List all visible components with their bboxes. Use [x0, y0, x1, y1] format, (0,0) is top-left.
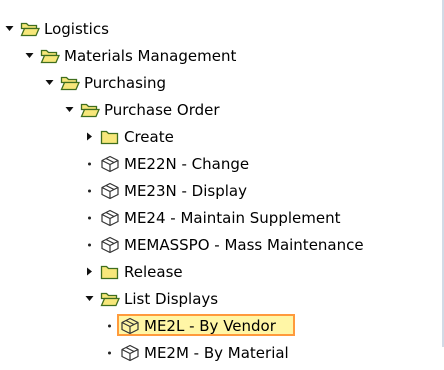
tree-node-label[interactable]: Logistics [44, 20, 109, 38]
folder-open-icon [80, 103, 100, 118]
tree-node[interactable]: Materials Management [0, 43, 444, 69]
tree-node-expander [84, 178, 96, 204]
folder-closed-icon [100, 265, 119, 280]
tree-node-label[interactable]: ME24 - Maintain Supplement [124, 209, 340, 227]
transaction-cube-icon [120, 317, 140, 335]
tree-node-label[interactable]: Materials Management [64, 47, 236, 65]
tree-node-expander [84, 232, 96, 258]
folder-open-icon [20, 22, 40, 37]
leaf-bullet-icon [108, 351, 111, 355]
leaf-bullet-icon [88, 243, 91, 247]
folder-open-icon [20, 20, 40, 38]
folder-open-icon [60, 74, 80, 92]
folder-open-icon [40, 49, 60, 64]
folder-open-icon [60, 76, 80, 91]
tree-node[interactable]: ME24 - Maintain Supplement [0, 205, 444, 231]
tree-node-expander [104, 313, 116, 339]
expanded-arrow-icon[interactable] [44, 70, 56, 96]
tree-node[interactable]: ME22N - Change [0, 151, 444, 177]
tree-node-label[interactable]: MEMASSPO - Mass Maintenance [124, 236, 364, 254]
expanded-arrow-icon[interactable] [24, 43, 36, 69]
tree-node[interactable]: MEMASSPO - Mass Maintenance [0, 232, 444, 258]
expanded-arrow-icon[interactable] [64, 97, 76, 123]
folder-open-icon [80, 101, 100, 119]
tree-node-expander [104, 340, 116, 366]
tree-node-label[interactable]: Create [124, 128, 174, 146]
leaf-bullet-icon [88, 216, 91, 220]
transaction-cube-icon [101, 182, 119, 200]
folder-closed-icon [100, 128, 120, 146]
tree-node-expander[interactable] [84, 124, 96, 150]
tree-node-label[interactable]: ME2L - By Vendor [144, 317, 276, 335]
tree-node-expander[interactable] [4, 16, 16, 42]
expanded-arrow-icon[interactable] [84, 286, 96, 312]
tree-node[interactable]: Create [0, 124, 444, 150]
tree-node-label[interactable]: List Displays [124, 290, 218, 308]
leaf-bullet-icon [88, 162, 91, 166]
transaction-cube-icon [101, 209, 119, 227]
transaction-cube-icon [100, 155, 120, 173]
transaction-cube-icon [100, 182, 120, 200]
tree-node-expander[interactable] [64, 97, 76, 123]
tree-node-label[interactable]: ME22N - Change [124, 155, 249, 173]
folder-closed-icon [100, 263, 120, 281]
transaction-cube-icon [100, 209, 120, 227]
folder-open-icon [100, 290, 120, 308]
tree-node-label[interactable]: Release [124, 263, 183, 281]
tree-node-expander[interactable] [44, 70, 56, 96]
tree-node[interactable]: Release [0, 259, 444, 285]
expanded-arrow-icon[interactable] [4, 16, 16, 42]
collapsed-arrow-icon[interactable] [84, 124, 96, 150]
menu-tree: Logistics Materials Management Purchasing P… [0, 0, 444, 362]
tree-node[interactable]: ME23N - Display [0, 178, 444, 204]
tree-node-label[interactable]: ME23N - Display [124, 182, 247, 200]
folder-open-icon [40, 47, 60, 65]
transaction-cube-icon [100, 236, 120, 254]
tree-node-expander[interactable] [84, 259, 96, 285]
tree-node-expander[interactable] [24, 43, 36, 69]
leaf-bullet-icon [108, 324, 111, 328]
tree-node[interactable]: ME2L - By Vendor [0, 313, 444, 339]
folder-open-icon [100, 292, 120, 307]
tree-node-label[interactable]: Purchase Order [104, 101, 220, 119]
folder-closed-icon [100, 130, 119, 145]
tree-node[interactable]: Purchase Order [0, 97, 444, 123]
leaf-bullet-icon [88, 189, 91, 193]
tree-node[interactable]: List Displays [0, 286, 444, 312]
transaction-cube-icon [121, 317, 139, 335]
tree-node-expander [84, 151, 96, 177]
tree-node[interactable]: Logistics [0, 16, 444, 42]
tree-node[interactable]: Purchasing [0, 70, 444, 96]
collapsed-arrow-icon[interactable] [84, 259, 96, 285]
transaction-cube-icon [101, 236, 119, 254]
tree-node[interactable]: ME2M - By Material [0, 340, 444, 366]
tree-node-expander[interactable] [84, 286, 96, 312]
tree-node-label[interactable]: Purchasing [84, 74, 166, 92]
transaction-cube-icon [101, 155, 119, 173]
tree-node-expander [84, 205, 96, 231]
